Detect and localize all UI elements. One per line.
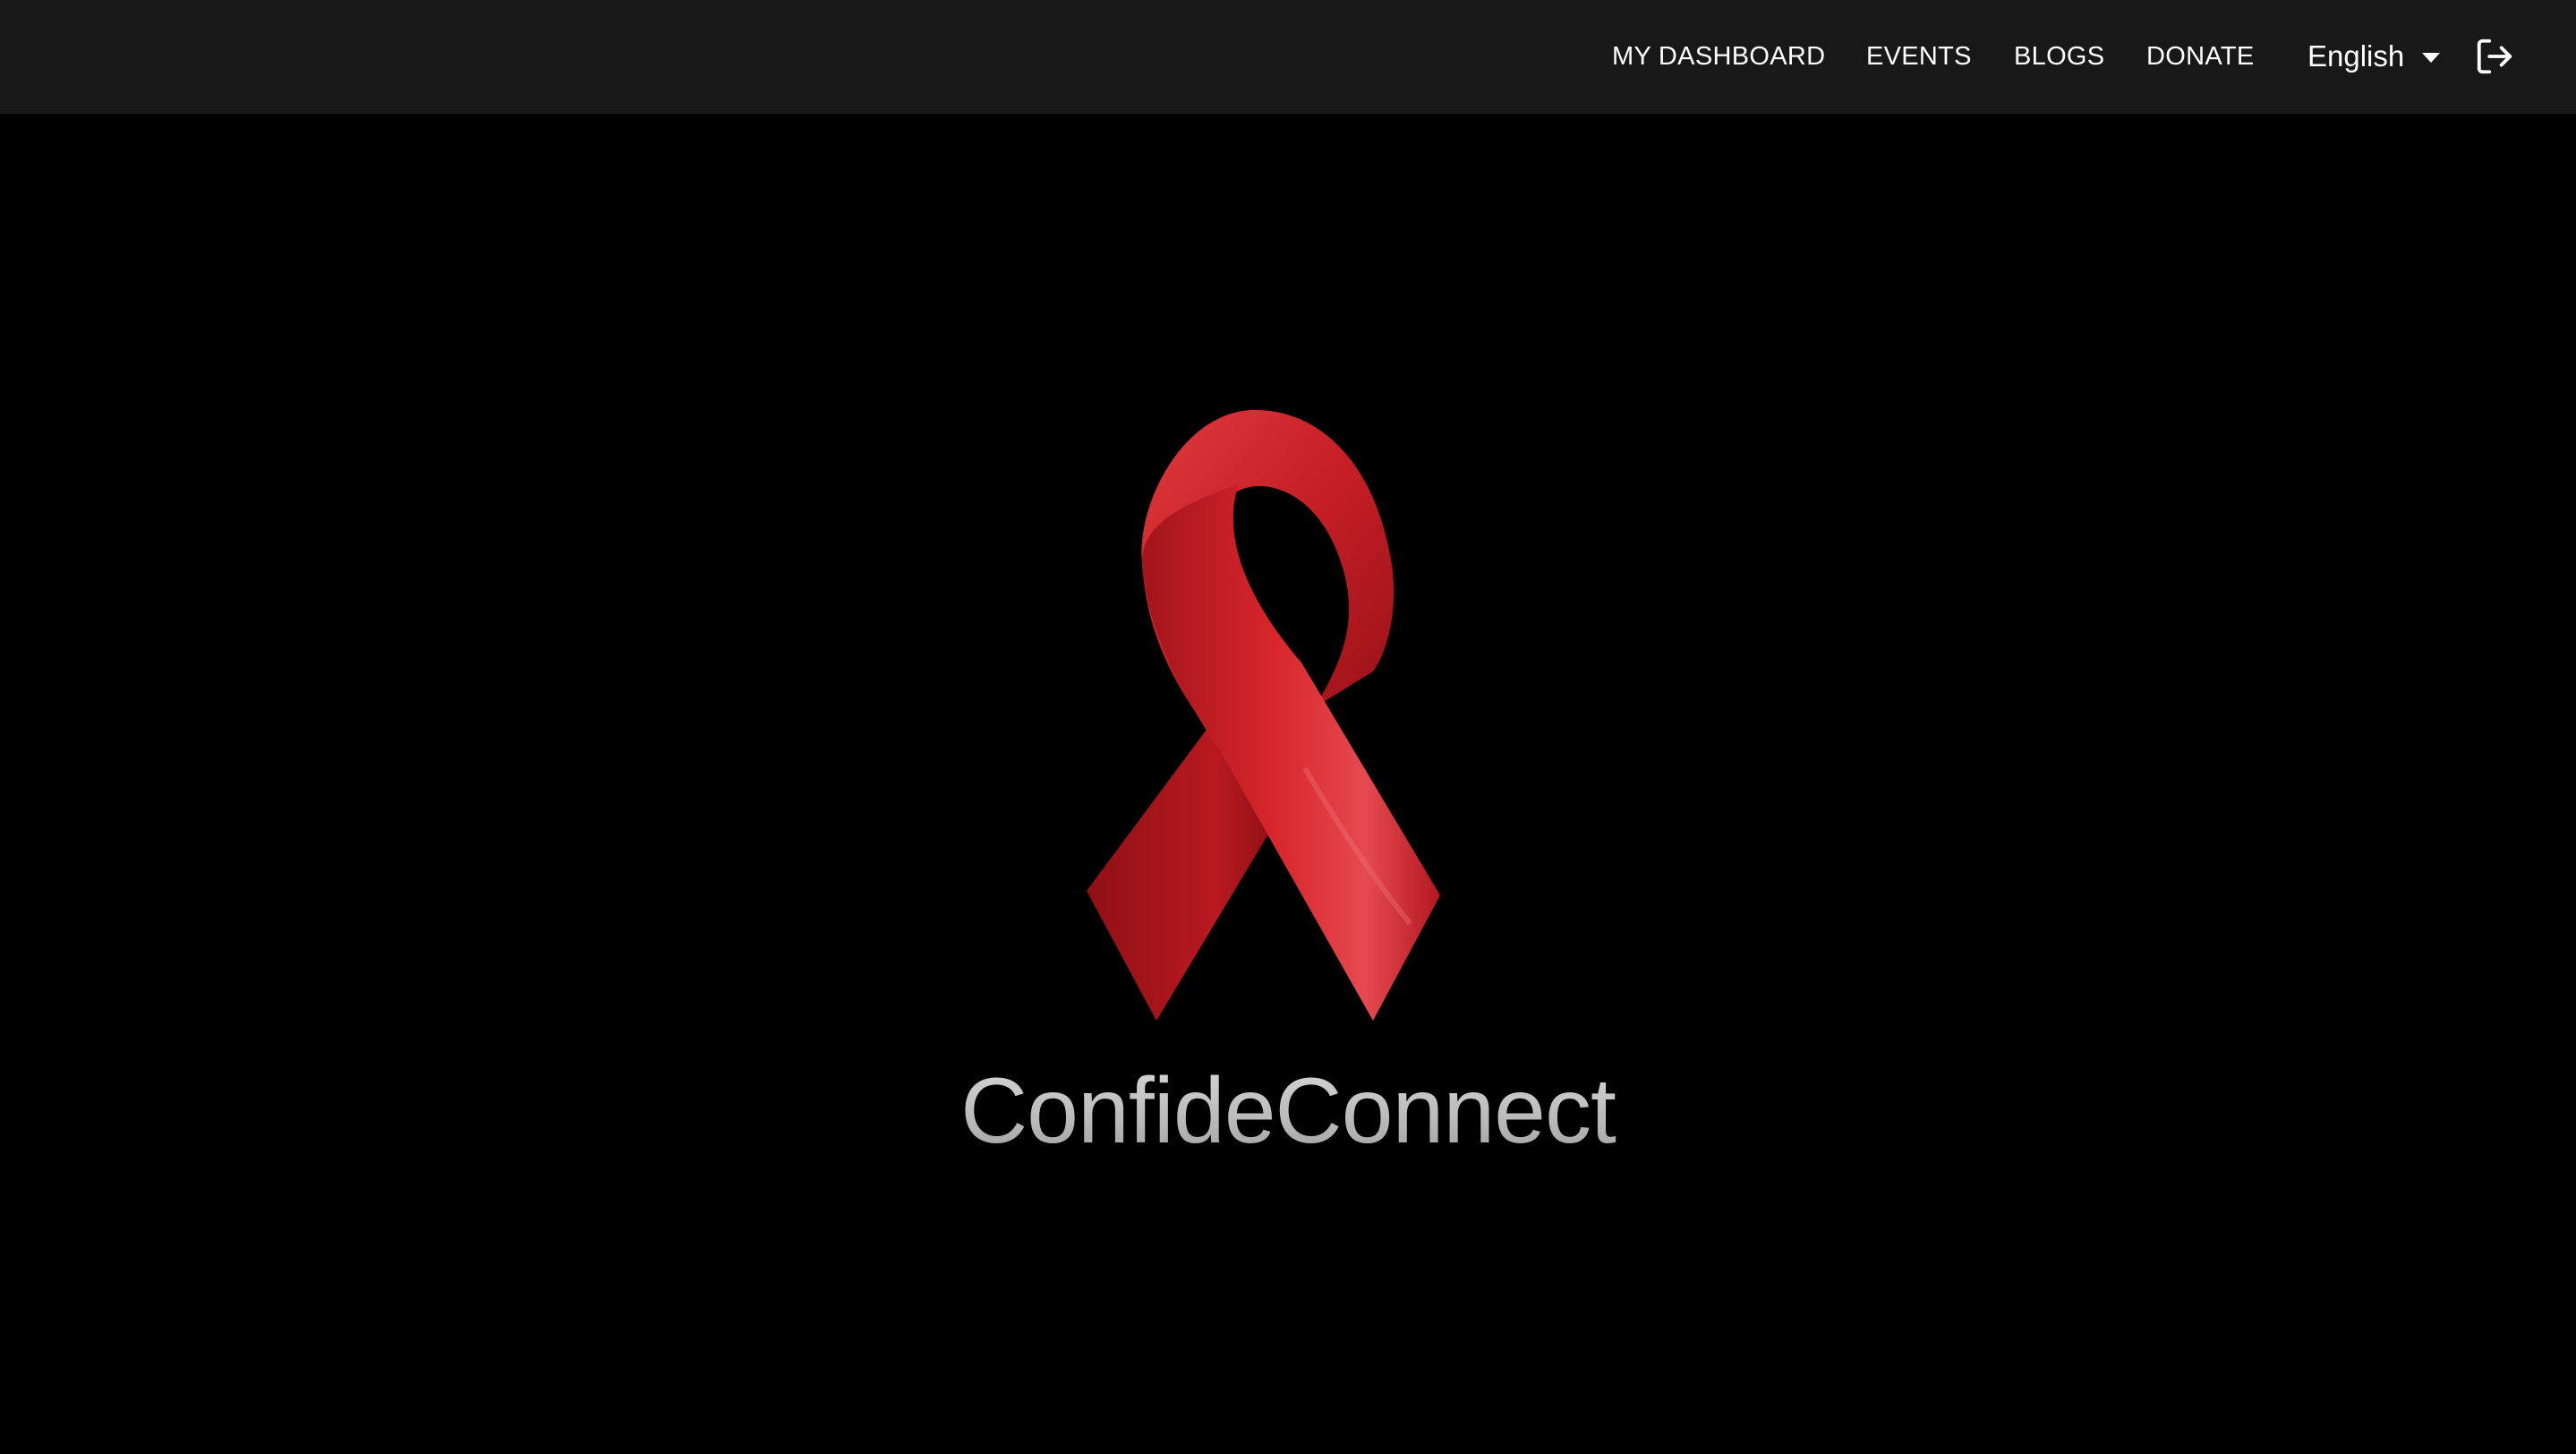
chevron-down-icon	[2422, 53, 2441, 63]
nav-donate[interactable]: DONATE	[2146, 0, 2255, 113]
logout-icon[interactable]	[2474, 36, 2515, 77]
language-selector[interactable]: English	[2307, 0, 2441, 113]
red-ribbon-icon	[1087, 409, 1440, 1021]
nav-blogs[interactable]: BLOGS	[2014, 0, 2104, 113]
brand-name: ConfideConnect	[0, 1053, 2576, 1169]
nav-events[interactable]: EVENTS	[1866, 0, 1972, 113]
language-selected-label: English	[2307, 39, 2405, 73]
top-navigation-bar: MY DASHBOARD EVENTS BLOGS DONATE English	[0, 0, 2576, 114]
nav-my-dashboard[interactable]: MY DASHBOARD	[1612, 0, 1825, 113]
